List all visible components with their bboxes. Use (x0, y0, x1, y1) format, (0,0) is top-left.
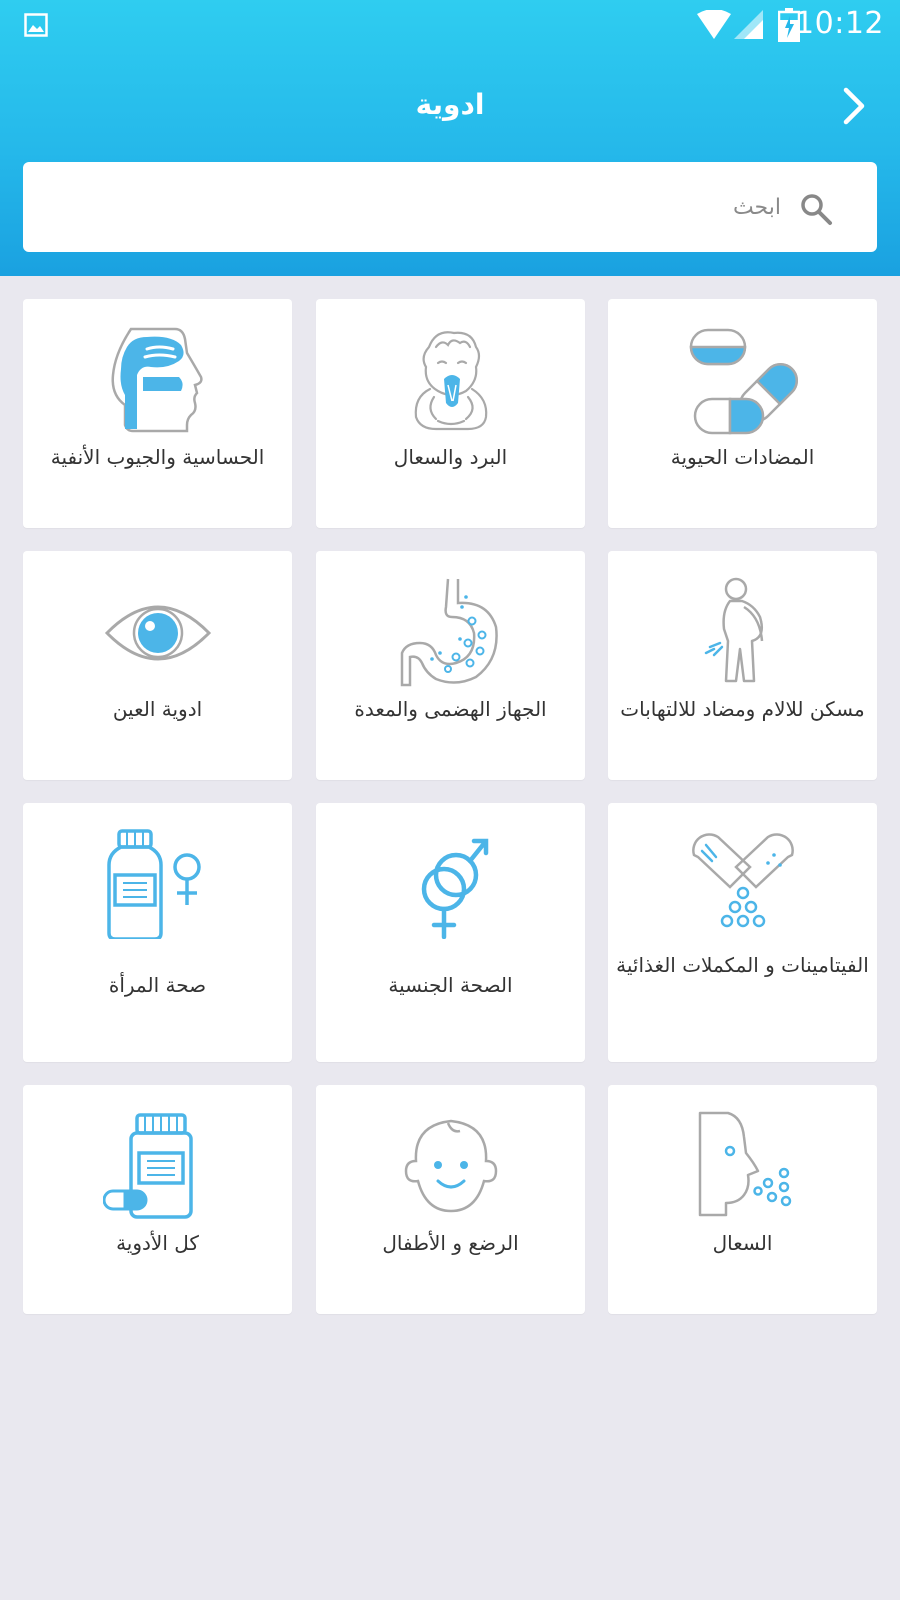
search-bar[interactable] (23, 162, 877, 252)
category-card-cold-cough[interactable]: البرد والسعال (316, 299, 585, 528)
category-card-all-medicines[interactable]: كل الأدوية (23, 1085, 292, 1314)
category-label: الصحة الجنسية (388, 973, 513, 997)
nasal-sinus-icon (111, 327, 203, 433)
vitamin-capsules-icon (691, 833, 794, 928)
category-card-antibiotics[interactable]: المضادات الحيوية (608, 299, 877, 528)
forward-button[interactable] (834, 84, 874, 128)
app-header: 10:12 ادوية (0, 0, 900, 276)
category-label: البرد والسعال (393, 445, 508, 469)
category-label: مسكن للالام ومضاد للالتهابات (620, 697, 865, 721)
gender-symbols-icon (421, 838, 488, 939)
category-label: صحة المرأة (108, 973, 207, 997)
signal-icon (734, 10, 763, 39)
category-card-women-health[interactable]: صحة المرأة (23, 803, 292, 1062)
eye-icon (104, 605, 211, 661)
category-label: الجهاز الهضمى والمعدة (354, 697, 547, 721)
category-label: المضادات الحيوية (670, 445, 815, 469)
category-card-sexual-health[interactable]: الصحة الجنسية (316, 803, 585, 1062)
category-label: الرضع و الأطفال (382, 1231, 519, 1255)
category-label: الفيتامينات و المكملات الغذائية (616, 953, 869, 977)
female-bottle-icon (106, 829, 201, 939)
category-card-digestive[interactable]: الجهاز الهضمى والمعدة (316, 551, 585, 780)
category-card-eye[interactable]: ادوية العين (23, 551, 292, 780)
status-bar: 10:12 (0, 0, 900, 52)
stomach-icon (400, 578, 498, 687)
back-pain-icon (704, 577, 763, 683)
capsules-icon (689, 328, 798, 435)
wifi-icon (697, 10, 731, 39)
baby-face-icon (404, 1119, 497, 1213)
sneezing-child-icon (414, 331, 487, 431)
coughing-face-icon (698, 1111, 791, 1217)
pill-bottle-icon (102, 1113, 193, 1219)
search-icon (801, 194, 832, 225)
category-label: كل الأدوية (116, 1231, 199, 1255)
category-label: السعال (712, 1231, 773, 1255)
page-title: ادوية (415, 88, 485, 121)
category-card-allergy-sinus[interactable]: الحساسية والجيوب الأنفية (23, 299, 292, 528)
status-time: 10:12 (795, 6, 884, 41)
category-label: الحساسية والجيوب الأنفية (50, 445, 265, 469)
category-card-vitamins[interactable]: الفيتامينات و المكملات الغذائية (608, 803, 877, 1062)
category-card-babies-children[interactable]: الرضع و الأطفال (316, 1085, 585, 1314)
category-label: ادوية العين (112, 697, 203, 721)
category-card-cough[interactable]: السعال (608, 1085, 877, 1314)
category-card-pain-relief[interactable]: مسكن للالام ومضاد للالتهابات (608, 551, 877, 780)
search-input[interactable] (81, 162, 781, 252)
chevron-right-icon (843, 87, 865, 125)
image-icon (24, 13, 48, 37)
